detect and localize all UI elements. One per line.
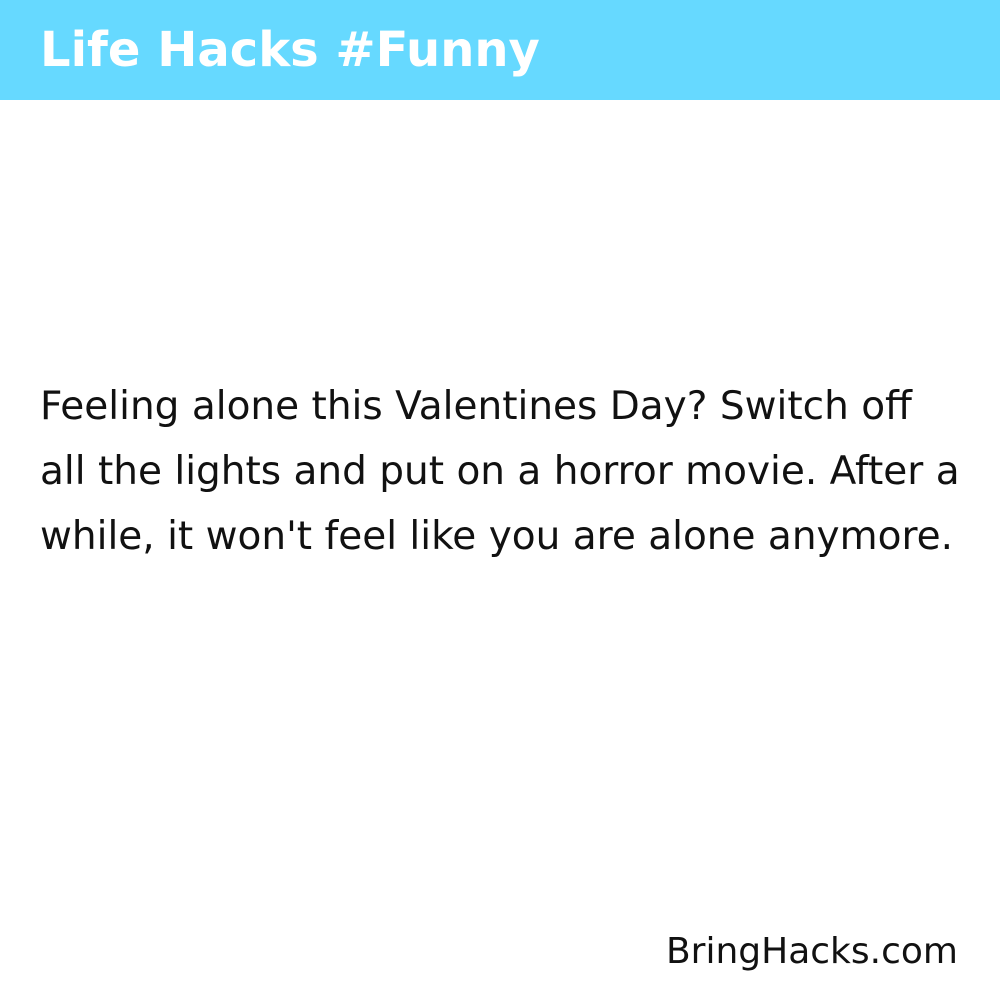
hack-text: Feeling alone this Valentines Day? Switc… — [40, 384, 960, 559]
life-hack-card: Life Hacks #Funny Feeling alone this Val… — [0, 0, 1000, 1000]
header-title: Life Hacks #Funny — [40, 22, 540, 78]
header-band: Life Hacks #Funny — [0, 0, 1000, 100]
site-brand: BringHacks.com — [665, 931, 958, 972]
